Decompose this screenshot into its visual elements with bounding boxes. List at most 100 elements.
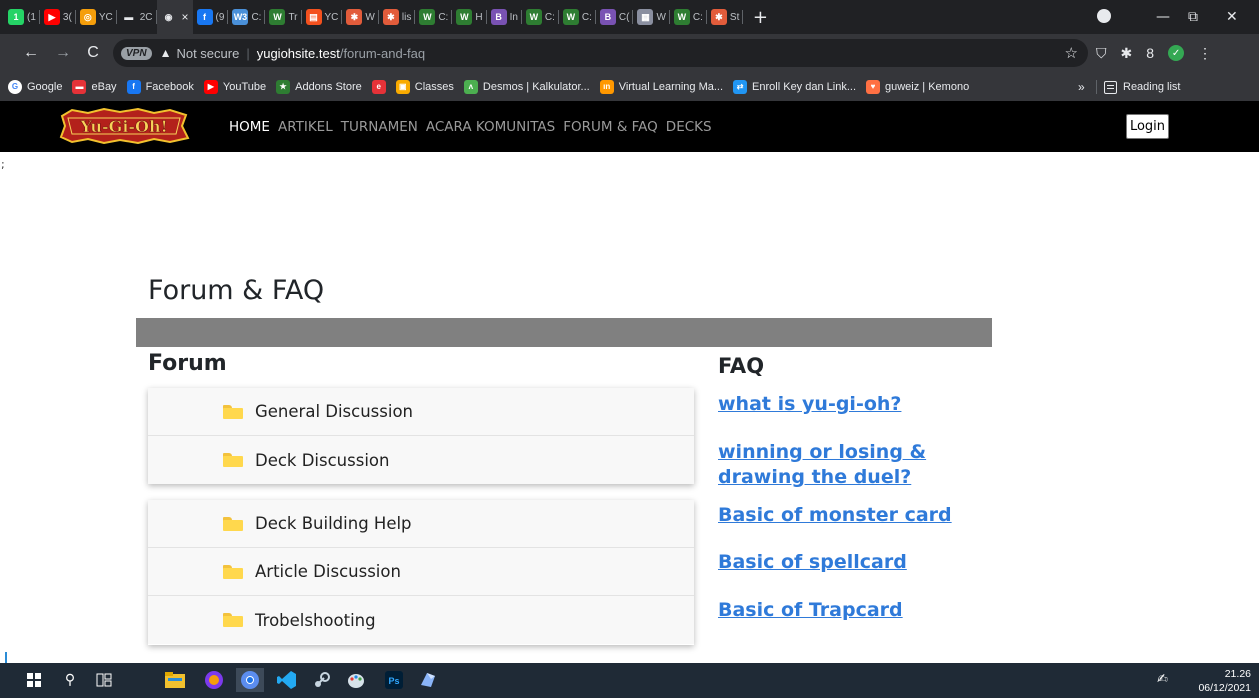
bookmarks-more-button[interactable]: »: [1078, 72, 1085, 102]
tab[interactable]: ▬ 2C: [117, 0, 157, 34]
tab[interactable]: ✱ St: [707, 0, 744, 34]
tab[interactable]: 1 (1: [4, 0, 40, 34]
tab[interactable]: W C:: [559, 0, 596, 34]
task-view-icon[interactable]: [92, 668, 116, 692]
tab[interactable]: ✱ W: [342, 0, 379, 34]
address-bar[interactable]: VPN ▲ Not secure | yugiohsite.test /foru…: [113, 39, 1088, 67]
reload-icon[interactable]: C: [82, 44, 104, 62]
not-secure-label[interactable]: Not secure: [176, 46, 239, 61]
warning-icon[interactable]: ▲: [160, 46, 172, 60]
steam-icon[interactable]: [310, 668, 334, 692]
tab[interactable]: B In: [487, 0, 522, 34]
tab[interactable]: W C:: [670, 0, 707, 34]
forum-card-1: General Discussion Deck Discussion: [148, 388, 694, 484]
addons-icon: ★: [276, 79, 291, 94]
nav-link-turnamen[interactable]: TURNAMEN: [341, 119, 418, 135]
nav-link-home[interactable]: HOME: [229, 119, 270, 135]
back-arrow-icon[interactable]: ←: [20, 44, 42, 62]
login-button[interactable]: Login: [1126, 114, 1169, 139]
faq-link[interactable]: what is yu-gi-oh?: [718, 392, 988, 417]
minimize-button[interactable]: —: [1156, 0, 1170, 34]
bookmark-list: G Google ▬ eBay f Facebook ▶ YouTube ★ Addons Sto…: [8, 79, 969, 94]
paint3d-icon[interactable]: [416, 668, 440, 692]
w-green-icon: W: [673, 9, 690, 25]
forum-item[interactable]: Deck Discussion: [148, 436, 694, 484]
facebook-icon: f: [126, 79, 141, 94]
image-icon: ▦: [637, 9, 654, 25]
bookmark-item[interactable]: ʌ Desmos | Kalkulator...: [463, 79, 590, 94]
tab[interactable]: ▶ 3(: [40, 0, 76, 34]
tab[interactable]: ▦ W: [633, 0, 670, 34]
photoshop-icon[interactable]: Ps: [382, 668, 406, 692]
menu-kebab-icon[interactable]: ⋮: [1198, 45, 1212, 62]
tab[interactable]: ◎ YC: [76, 0, 117, 34]
tab[interactable]: ▤ YC: [302, 0, 343, 34]
link-icon: ⇄: [733, 79, 748, 94]
file-explorer-icon[interactable]: [163, 668, 187, 692]
bookmark-item[interactable]: ⇄ Enroll Key dan Link...: [733, 79, 856, 94]
bookmark-item[interactable]: ▬ eBay: [72, 79, 117, 94]
vscode-icon[interactable]: [275, 668, 299, 692]
bookmark-item[interactable]: ★ Addons Store: [276, 79, 362, 94]
windows-start-icon[interactable]: [22, 668, 46, 692]
browser-toolbar: ← → C VPN ▲ Not secure | yugiohsite.test…: [0, 34, 1259, 72]
forum-item[interactable]: Article Discussion: [148, 548, 694, 596]
reading-list-button[interactable]: Reading list: [1104, 72, 1180, 102]
nav-link-artikel[interactable]: ARTIKEL: [278, 119, 333, 135]
tab-title: 3(: [62, 11, 72, 23]
orange-book-icon: ▤: [305, 9, 322, 25]
tab[interactable]: B C(: [596, 0, 634, 34]
forward-arrow-icon[interactable]: →: [52, 44, 74, 62]
browser-tab-strip: 1 (1 ▶ 3(◎ YC ▬ 2C ◉ × f (9 W3 C: W Tr ▤ YC ✱ W ✱ lis W C: W H B I…: [0, 0, 1259, 34]
restore-button[interactable]: ⧉: [1188, 0, 1198, 34]
url-host[interactable]: yugiohsite.test: [257, 46, 340, 61]
search-icon[interactable]: ⚲: [58, 668, 82, 692]
system-clock[interactable]: 21.26 06/12/2021: [1198, 667, 1251, 695]
puzzle-extension-icon[interactable]: ✱: [1121, 45, 1133, 62]
bookmark-item[interactable]: G Google: [8, 79, 62, 94]
vpn-badge[interactable]: VPN: [121, 46, 152, 60]
bookmark-item[interactable]: ▶ YouTube: [203, 79, 266, 94]
forum-item[interactable]: Trobelshooting: [148, 596, 694, 644]
bookmark-item[interactable]: ▣ Classes: [395, 79, 454, 94]
tab[interactable]: W3 C:: [228, 0, 266, 34]
bookmark-star-icon[interactable]: ☆: [1065, 44, 1078, 62]
tab[interactable]: W Tr: [265, 0, 302, 34]
faq-link[interactable]: Basic of Trapcard: [718, 598, 988, 623]
tab[interactable]: W C:: [522, 0, 559, 34]
tab-close-icon[interactable]: ×: [182, 10, 189, 24]
tab[interactable]: f (9: [193, 0, 229, 34]
nav-link-forum-faq[interactable]: FORUM & FAQ: [563, 119, 658, 135]
faq-link[interactable]: Basic of spellcard: [718, 550, 988, 575]
youtube-icon: ▶: [203, 79, 218, 94]
folder-icon: [223, 564, 243, 579]
forum-item[interactable]: Deck Building Help: [148, 500, 694, 548]
nav-link-acara-komunitas[interactable]: ACARA KOMUNITAS: [426, 119, 555, 135]
url-path[interactable]: /forum-and-faq: [340, 46, 425, 61]
new-tab-button[interactable]: +: [749, 7, 771, 28]
profile-icon[interactable]: 8: [1146, 45, 1154, 61]
faq-link[interactable]: Basic of monster card: [718, 503, 988, 528]
check-extension-icon[interactable]: ✓: [1168, 45, 1185, 61]
tab-active[interactable]: ◉ ×: [156, 0, 193, 34]
bookmark-item[interactable]: ♥ guweiz | Kemono: [866, 79, 969, 94]
paint-icon[interactable]: [344, 668, 368, 692]
chrome-taskbar-icon[interactable]: [236, 668, 264, 692]
close-window-button[interactable]: ✕: [1226, 0, 1238, 34]
classroom-icon: ▣: [395, 79, 410, 94]
nav-link-decks[interactable]: DECKS: [666, 119, 712, 135]
tab[interactable]: WH: [452, 0, 487, 34]
bookmark-item[interactable]: e: [371, 79, 386, 94]
desmos-icon: ʌ: [463, 79, 478, 94]
forum-item[interactable]: General Discussion: [148, 388, 694, 436]
pen-tray-icon[interactable]: ✍: [1157, 672, 1168, 687]
faq-link[interactable]: winning or losing & drawing the duel?: [718, 440, 988, 490]
tab[interactable]: W C:: [415, 0, 453, 34]
bookmark-item[interactable]: f Facebook: [126, 79, 194, 94]
yugioh-logo[interactable]: Yu-Gi-Oh!: [58, 108, 190, 144]
tab[interactable]: ✱ lis: [379, 0, 416, 34]
shield-extension-icon[interactable]: ⛉: [1096, 45, 1107, 62]
browser-profile-icon[interactable]: [1097, 9, 1111, 23]
brave-browser-icon[interactable]: [202, 668, 226, 692]
bookmark-item[interactable]: ın Virtual Learning Ma...: [599, 79, 723, 94]
